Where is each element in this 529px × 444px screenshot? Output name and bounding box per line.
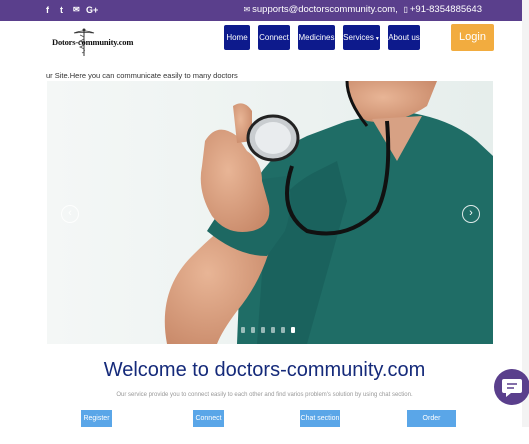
page-edge bbox=[522, 0, 529, 427]
scrolling-marquee: ur Site.Here you can communicate easily … bbox=[46, 71, 238, 80]
welcome-description: Our service provide you to connect easil… bbox=[116, 392, 413, 398]
mail-icon[interactable]: ✉ bbox=[73, 4, 80, 16]
nav-connect[interactable]: Connect bbox=[258, 25, 290, 50]
googleplus-icon[interactable]: G+ bbox=[86, 4, 98, 16]
logo-text: Dotors-community.com bbox=[52, 37, 134, 47]
contact-phone[interactable]: +91-8354885643 bbox=[410, 4, 482, 15]
chat-icon bbox=[502, 379, 522, 397]
slider-indicator-dot[interactable] bbox=[271, 327, 275, 333]
slider-indicator-dot[interactable] bbox=[251, 327, 255, 333]
site-logo[interactable]: Dotors-community.com bbox=[52, 27, 133, 57]
login-button[interactable]: Login bbox=[451, 24, 494, 51]
prev-slide-button[interactable]: ‹ bbox=[61, 205, 79, 223]
caret-down-icon: ▼ bbox=[374, 36, 380, 42]
hero-slider[interactable]: ‹ › bbox=[47, 81, 493, 344]
contact-info: ✉ supports@doctorscommunity.com, ▯ +91-835… bbox=[243, 4, 482, 16]
slider-indicator-dot[interactable] bbox=[291, 327, 295, 333]
register-button[interactable]: Register bbox=[81, 410, 112, 427]
top-bar: f t ✉ G+ ✉ supports@doctorscommunity.com,… bbox=[0, 0, 529, 21]
nav-services[interactable]: Services▼ bbox=[343, 25, 380, 50]
next-slide-button[interactable]: › bbox=[462, 205, 480, 223]
doctor-stethoscope-image bbox=[47, 81, 493, 344]
nav-home[interactable]: Home bbox=[224, 25, 250, 50]
nav-medicines[interactable]: Medicines bbox=[298, 25, 335, 50]
nav-services-label: Services bbox=[343, 33, 374, 42]
envelope-icon: ✉ bbox=[243, 5, 251, 14]
twitter-icon[interactable]: t bbox=[60, 4, 63, 16]
order-medicines-button[interactable]: Order Medicines bbox=[407, 410, 456, 439]
welcome-heading: Welcome to doctors-community.com bbox=[103, 359, 426, 381]
nav-about[interactable]: About us bbox=[388, 25, 420, 50]
facebook-icon[interactable]: f bbox=[46, 4, 49, 16]
phone-icon: ▯ bbox=[403, 5, 408, 14]
slider-indicator-dot[interactable] bbox=[241, 327, 245, 333]
chat-widget-button[interactable] bbox=[494, 369, 529, 405]
connect-button[interactable]: Connect bbox=[193, 410, 224, 427]
chat-section-button[interactable]: Chat section bbox=[300, 410, 340, 427]
slider-indicator-dot[interactable] bbox=[281, 327, 285, 333]
slider-indicator-dot[interactable] bbox=[261, 327, 265, 333]
contact-email[interactable]: supports@doctorscommunity.com, bbox=[252, 4, 398, 15]
